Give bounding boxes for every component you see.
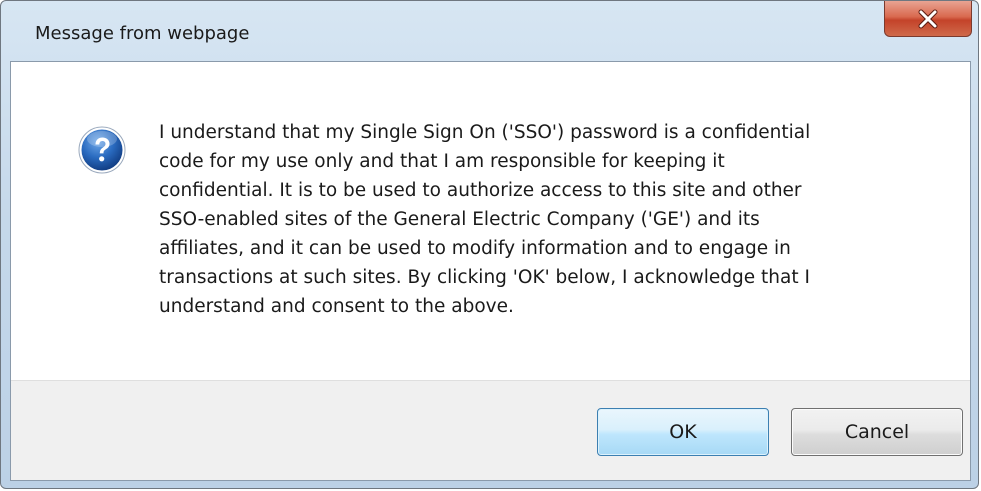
message-line: confidential. It is to be used to author… xyxy=(159,180,802,201)
close-icon xyxy=(918,9,938,28)
title-bar[interactable]: Message from webpage xyxy=(1,1,978,61)
window-title: Message from webpage xyxy=(35,23,250,44)
message-line: understand and consent to the above. xyxy=(159,296,514,317)
close-button[interactable] xyxy=(884,1,972,37)
message-area: I understand that my Single Sign On ('SS… xyxy=(11,62,970,380)
message-line: affiliates, and it can be used to modify… xyxy=(159,238,791,259)
ok-button[interactable]: OK xyxy=(597,408,769,456)
message-line: I understand that my Single Sign On ('SS… xyxy=(159,122,811,143)
message-line: SSO-enabled sites of the General Electri… xyxy=(159,209,760,230)
message-line: transactions at such sites. By clicking … xyxy=(159,267,810,288)
message-dialog: Message from webpage I understand that m… xyxy=(0,0,979,489)
question-icon xyxy=(78,126,126,174)
message-text: I understand that my Single Sign On ('SS… xyxy=(159,118,949,321)
button-bar: OK Cancel xyxy=(11,380,970,480)
dialog-body: I understand that my Single Sign On ('SS… xyxy=(10,61,971,481)
cancel-button[interactable]: Cancel xyxy=(791,408,963,456)
message-line: code for my use only and that I am respo… xyxy=(159,151,725,172)
